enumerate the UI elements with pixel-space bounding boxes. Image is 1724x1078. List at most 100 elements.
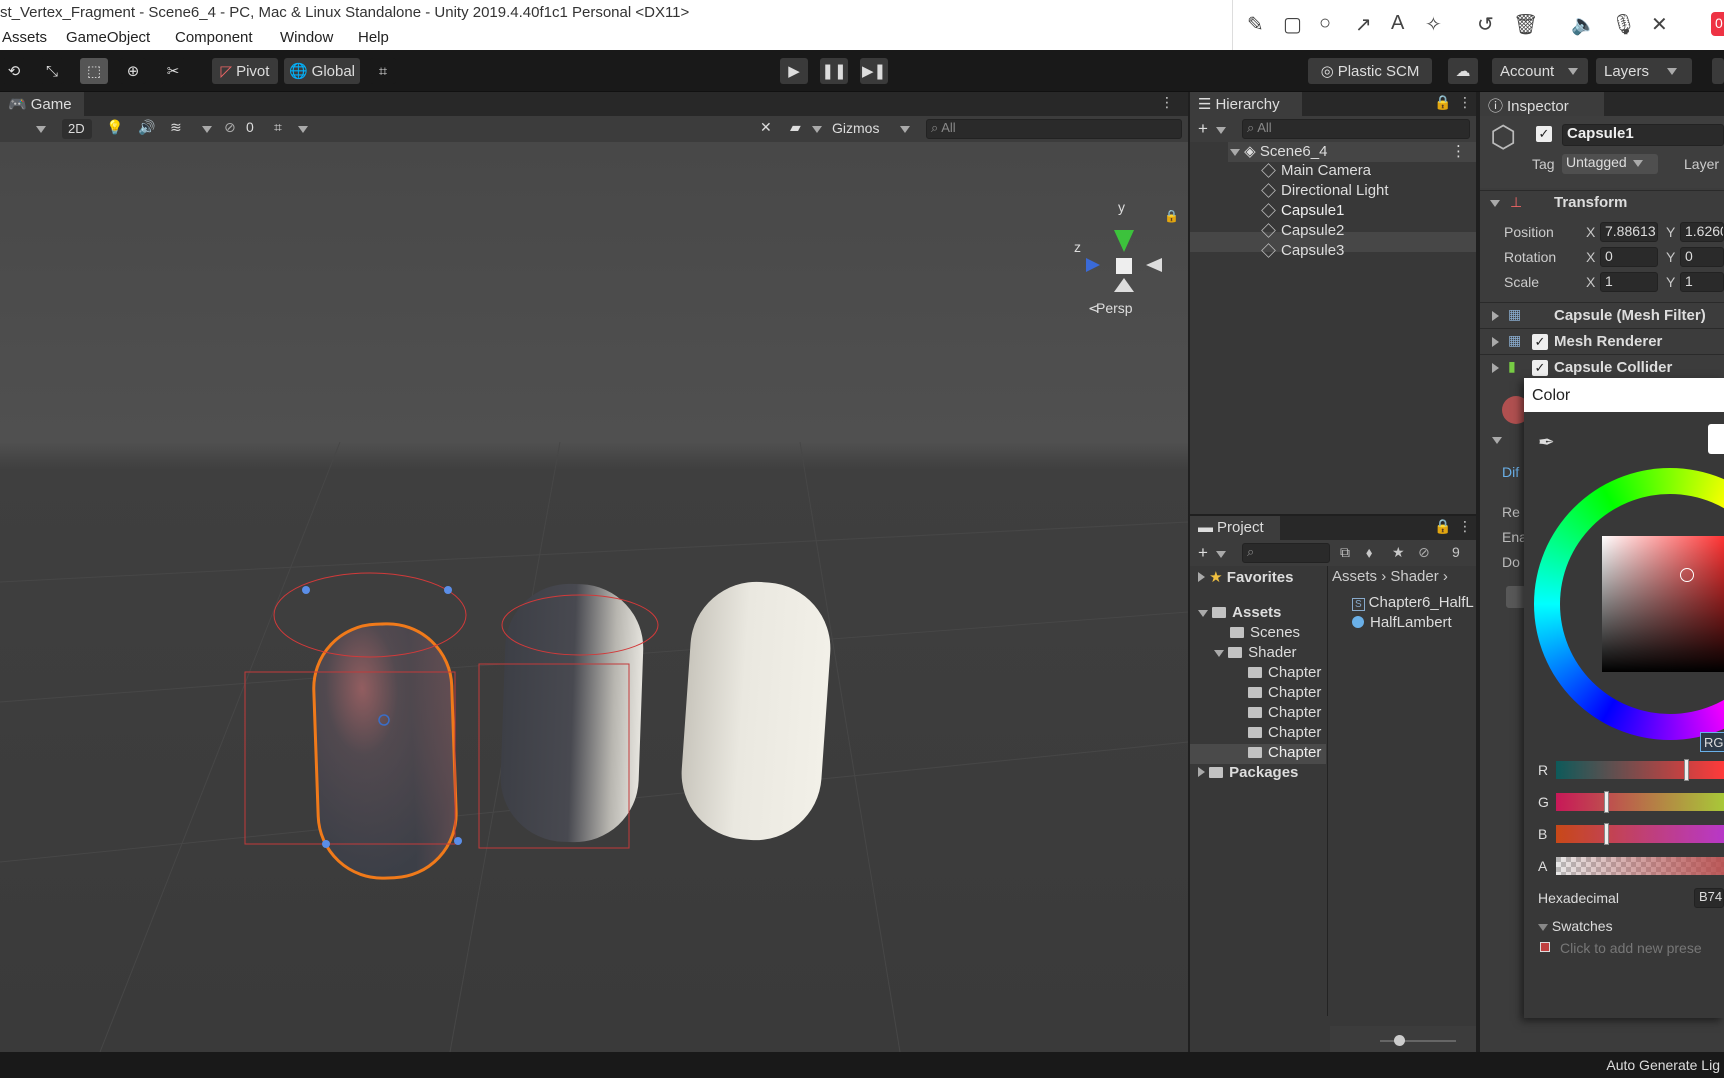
object-name-field[interactable]: Capsule1	[1562, 124, 1724, 146]
audio-icon[interactable]: 🔊	[138, 119, 155, 136]
pencil-icon[interactable]: ✎	[1247, 12, 1264, 37]
rotation-y-field[interactable]: 0	[1680, 247, 1724, 267]
transform-tool-icon[interactable]: ⊕	[120, 58, 146, 84]
favorite-icon[interactable]: ★	[1392, 544, 1405, 561]
menu-assets[interactable]: Assets	[2, 29, 47, 46]
tree-chapter-3[interactable]: Chapter	[1248, 704, 1321, 721]
pause-button[interactable]: ❚❚	[820, 58, 848, 84]
rectangle-icon[interactable]: ▢	[1283, 12, 1302, 37]
arrow-icon[interactable]: ↗	[1355, 12, 1372, 37]
lighting-icon[interactable]: 💡	[106, 119, 123, 136]
tools-icon[interactable]: ✕	[760, 119, 772, 136]
menu-window[interactable]: Window	[280, 29, 333, 46]
scale-y-field[interactable]: 1	[1680, 272, 1724, 292]
camera-icon[interactable]: ▰	[790, 119, 801, 136]
scene-viewport[interactable]: y z Persp 🔒 <	[0, 142, 1188, 1052]
swatch-preset[interactable]	[1540, 942, 1550, 952]
layers-dropdown[interactable]: Layers	[1596, 58, 1692, 84]
grid-icon[interactable]: ⌗	[274, 119, 282, 136]
rotation-x-field[interactable]: 0	[1600, 247, 1658, 267]
sv-cursor[interactable]	[1680, 568, 1694, 582]
swatches-foldout[interactable]: Swatches	[1538, 918, 1613, 934]
channel-b-slider[interactable]	[1556, 823, 1724, 845]
account-dropdown[interactable]: Account	[1492, 58, 1588, 84]
file-material[interactable]: HalfLambert	[1352, 614, 1452, 631]
plastic-scm-button[interactable]: ◎ Plastic SCM	[1308, 58, 1432, 84]
text-icon[interactable]: A	[1391, 12, 1404, 35]
grid-snap-icon[interactable]: ⌗	[370, 58, 396, 84]
close-icon[interactable]: ✕	[1651, 12, 1668, 37]
more-options-icon[interactable]: ⋮	[1458, 94, 1472, 111]
tab-inspector[interactable]: ⓘ Inspector	[1480, 92, 1604, 116]
mesh-renderer-checkbox[interactable]: ✓	[1532, 334, 1548, 350]
diffuse-label[interactable]: Dif	[1502, 464, 1519, 480]
lock-icon[interactable]: 🔒	[1434, 518, 1451, 535]
filter-label-icon[interactable]: ⬧	[1366, 544, 1372, 561]
add-icon[interactable]: +	[1198, 119, 1208, 139]
breadcrumb-assets[interactable]: Assets	[1332, 568, 1377, 585]
global-button[interactable]: 🌐 Global	[284, 58, 360, 84]
pivot-button[interactable]: ◸ Pivot	[212, 58, 278, 84]
channel-a-slider[interactable]	[1556, 857, 1724, 875]
custom-tool-icon[interactable]: ✂	[160, 58, 186, 84]
lock-icon[interactable]: 🔒	[1434, 94, 1451, 111]
add-dropdown-icon[interactable]	[1216, 551, 1226, 558]
gizmos-dropdown[interactable]: Gizmos	[832, 120, 879, 136]
hierarchy-item-capsule3[interactable]: Capsule3	[1261, 242, 1344, 259]
step-button[interactable]: ▶❚	[860, 58, 888, 84]
speaker-icon[interactable]: 🔈	[1571, 12, 1596, 37]
icon-size-slider-handle[interactable]	[1394, 1035, 1405, 1046]
scene-row[interactable]: ◈ Scene6_4 ⋮	[1228, 142, 1476, 162]
tree-packages[interactable]: Packages	[1198, 764, 1298, 781]
rotate-tool-icon[interactable]: ⟲	[2, 58, 26, 84]
saturation-value-square[interactable]	[1602, 536, 1724, 672]
scale-x-field[interactable]: 1	[1600, 272, 1658, 292]
tree-shader[interactable]: Shader	[1214, 644, 1297, 661]
layout-dropdown[interactable]	[1712, 58, 1724, 84]
hidden-objects-icon[interactable]: ⊘	[224, 119, 236, 136]
position-x-field[interactable]: 7.88613	[1600, 222, 1658, 242]
cloud-icon[interactable]: ☁	[1448, 58, 1478, 84]
more-options-icon[interactable]: ⋮	[1458, 518, 1472, 535]
icon-size-slider-track[interactable]	[1380, 1040, 1456, 1042]
hierarchy-item-main-camera[interactable]: Main Camera	[1261, 162, 1371, 179]
active-checkbox[interactable]: ✓	[1536, 126, 1552, 142]
capsule-collider-checkbox[interactable]: ✓	[1532, 360, 1548, 376]
hierarchy-search-input[interactable]: ⌕ All	[1242, 119, 1470, 139]
shading-dropdown-icon[interactable]	[36, 126, 46, 133]
add-preset-hint[interactable]: Click to add new prese	[1560, 940, 1702, 956]
hidden-packages-icon[interactable]: ⊘	[1418, 544, 1430, 561]
filter-type-icon[interactable]: ⧉	[1340, 544, 1350, 561]
file-shader[interactable]: S Chapter6_HalfL	[1352, 594, 1476, 611]
menu-component[interactable]: Component	[175, 29, 253, 46]
hex-input[interactable]: B74	[1694, 888, 1724, 908]
add-component-button[interactable]	[1506, 586, 1526, 608]
tree-chapter-1[interactable]: Chapter	[1248, 664, 1321, 681]
project-splitter[interactable]	[1327, 566, 1328, 1016]
mesh-filter-header[interactable]: ▦ Capsule (Mesh Filter)	[1480, 302, 1724, 328]
more-options-icon[interactable]: ⋮	[1160, 94, 1174, 111]
tree-scenes[interactable]: Scenes	[1230, 624, 1300, 641]
channel-r-slider[interactable]	[1556, 759, 1724, 781]
project-search-input[interactable]: ⌕	[1242, 543, 1330, 563]
hierarchy-item-capsule1[interactable]: Capsule1	[1261, 202, 1344, 219]
tag-dropdown[interactable]: Untagged	[1562, 154, 1658, 174]
camera-dropdown-icon[interactable]	[812, 126, 822, 133]
grid-dropdown-icon[interactable]	[298, 126, 308, 133]
tree-chapter-2[interactable]: Chapter	[1248, 684, 1321, 701]
menu-help[interactable]: Help	[358, 29, 389, 46]
play-button[interactable]: ▶	[780, 58, 808, 84]
mic-icon[interactable]: 🎙	[1611, 12, 1636, 37]
tree-favorites[interactable]: ★ Favorites	[1198, 568, 1294, 586]
gizmos-dropdown-icon[interactable]	[900, 126, 910, 133]
tab-hierarchy[interactable]: ☰ Hierarchy	[1190, 92, 1302, 116]
color-mode-button[interactable]: RG	[1700, 732, 1724, 752]
scene-search-input[interactable]: ⌕ All	[926, 119, 1182, 139]
circle-icon[interactable]: ○	[1319, 12, 1331, 35]
undo-icon[interactable]: ↺	[1477, 12, 1494, 37]
effects-icon[interactable]: ≋	[170, 119, 182, 136]
hierarchy-item-directional-light[interactable]: Directional Light	[1261, 182, 1389, 199]
rect-tool-icon[interactable]: ⬚	[80, 58, 108, 84]
magic-icon[interactable]: ✧	[1425, 12, 1442, 37]
hierarchy-item-capsule2[interactable]: Capsule2	[1261, 222, 1344, 239]
